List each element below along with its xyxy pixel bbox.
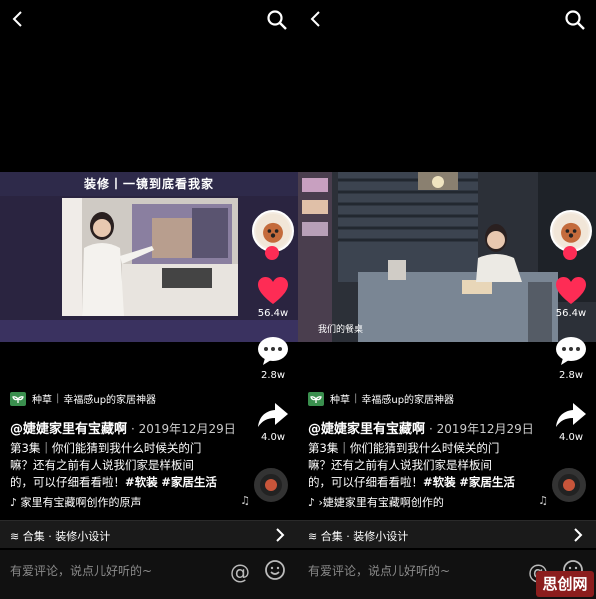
desc-line-3: 的，可以仔细看看啦！ <box>308 475 423 489</box>
desc-line-2: 嘛？还有之前有人说我们家是样板间 <box>10 458 194 472</box>
author-line: @婕婕家里有宝藏啊 · 2019年12月29日 <box>308 418 534 437</box>
video-frame-scene <box>62 198 238 316</box>
desc-line-1: 第3集｜你们能猜到我什么时候关的门 <box>308 441 500 455</box>
music-note-icon: ♪ <box>308 496 319 509</box>
like-count: 56.4w <box>555 308 587 319</box>
comment-bar: 有爱评论，说点儿好听的~ @ <box>0 550 298 599</box>
music-note-icon: ♫ <box>240 494 250 507</box>
tag-icon <box>10 391 26 406</box>
comment-icon[interactable] <box>555 336 587 366</box>
video-description: 第3集｜你们能猜到我什么时候关的门 嘛？还有之前有人说我们家是样板间 的，可以仔… <box>10 440 242 491</box>
heart-icon[interactable] <box>257 276 289 306</box>
post-date: · 2019年12月29日 <box>131 422 236 436</box>
music-disc[interactable] <box>254 468 288 502</box>
back-icon[interactable] <box>8 9 28 29</box>
comment-input[interactable]: 有爱评论，说点儿好听的~ <box>10 562 152 579</box>
video-description: 第3集｜你们能猜到我什么时候关的门 嘛？还有之前有人说我们家是样板间 的，可以仔… <box>308 440 540 491</box>
music-line[interactable]: ♪ ›婕婕家里有宝藏啊创作的 <box>308 494 444 510</box>
tag-label: 种草 <box>32 395 52 406</box>
video-title: 装修丨一镜到底看我家 <box>83 177 214 191</box>
author-name[interactable]: @婕婕家里有宝藏啊 <box>308 422 425 437</box>
music-title: 家里有宝藏啊创作的原声 <box>20 496 142 509</box>
chevron-right-icon <box>276 528 285 542</box>
collection-icon: ≋ <box>10 530 23 543</box>
video-caption: 我们的餐桌 <box>318 325 364 335</box>
share-count: 4.0w <box>260 432 286 443</box>
chevron-right-icon <box>574 528 583 542</box>
search-icon[interactable] <box>564 9 586 31</box>
hashtag-link[interactable]: #软装 <box>423 475 456 489</box>
at-icon[interactable]: @ <box>230 560 250 584</box>
music-note-icon: ♪ <box>10 496 21 509</box>
desc-line-2: 嘛？还有之前有人说我们家是样板间 <box>308 458 492 472</box>
back-icon[interactable] <box>306 9 326 29</box>
comment-input[interactable]: 有爱评论，说点儿好听的~ <box>308 562 450 579</box>
music-note-icon: ♫ <box>538 494 548 507</box>
search-icon[interactable] <box>266 9 288 31</box>
hashtag-link[interactable]: #家居生活 <box>161 475 217 489</box>
emoji-icon[interactable] <box>264 559 286 581</box>
follow-button[interactable] <box>563 246 577 260</box>
tag-label: 种草 <box>330 395 350 406</box>
comment-icon[interactable] <box>257 336 289 366</box>
desc-line-1: 第3集｜你们能猜到我什么时候关的门 <box>10 441 202 455</box>
collection-bar[interactable]: ≋ 合集 · 装修小设计 <box>298 520 596 548</box>
share-icon[interactable] <box>555 400 587 430</box>
desc-line-3: 的，可以仔细看看啦！ <box>10 475 125 489</box>
tag-detail: 幸福感up的家居神器 <box>63 395 157 406</box>
post-date: · 2019年12月29日 <box>429 422 534 436</box>
collection-label: 合集 · 装修小设计 <box>320 530 409 543</box>
like-count: 56.4w <box>257 308 289 319</box>
follow-button[interactable] <box>265 246 279 260</box>
hashtag-link[interactable]: #软装 <box>125 475 158 489</box>
share-icon[interactable] <box>257 400 289 430</box>
tag-row[interactable]: 种草 | 幸福感up的家居神器 <box>10 391 156 406</box>
tag-detail: 幸福感up的家居神器 <box>361 395 455 406</box>
collection-icon: ≋ <box>308 530 321 543</box>
watermark-logo: 思创网 <box>536 571 594 597</box>
video-panel-right: 我们的餐桌 56.4w 2.8w 4.0w 种草 | 幸福感up的家居神器 @婕… <box>298 0 596 599</box>
hashtag-link[interactable]: #家居生活 <box>459 475 515 489</box>
tag-row[interactable]: 种草 | 幸福感up的家居神器 <box>308 391 454 406</box>
share-count: 4.0w <box>558 432 584 443</box>
music-disc[interactable] <box>552 468 586 502</box>
comment-count: 2.8w <box>558 370 584 381</box>
tag-icon <box>308 391 324 406</box>
collection-bar[interactable]: ≋ 合集 · 装修小设计 <box>0 520 298 548</box>
author-line: @婕婕家里有宝藏啊 · 2019年12月29日 <box>10 418 236 437</box>
author-name[interactable]: @婕婕家里有宝藏啊 <box>10 422 127 437</box>
video-panel-left: 装修丨一镜到底看我家 56.4w 2.8w 4.0w 种草 | 幸福感up的家居… <box>0 0 298 599</box>
collection-label: 合集 · 装修小设计 <box>22 530 111 543</box>
heart-icon[interactable] <box>555 276 587 306</box>
music-line[interactable]: ♪ 家里有宝藏啊创作的原声 <box>10 494 142 510</box>
comment-count: 2.8w <box>260 370 286 381</box>
music-title: ›婕婕家里有宝藏啊创作的 <box>318 496 444 509</box>
